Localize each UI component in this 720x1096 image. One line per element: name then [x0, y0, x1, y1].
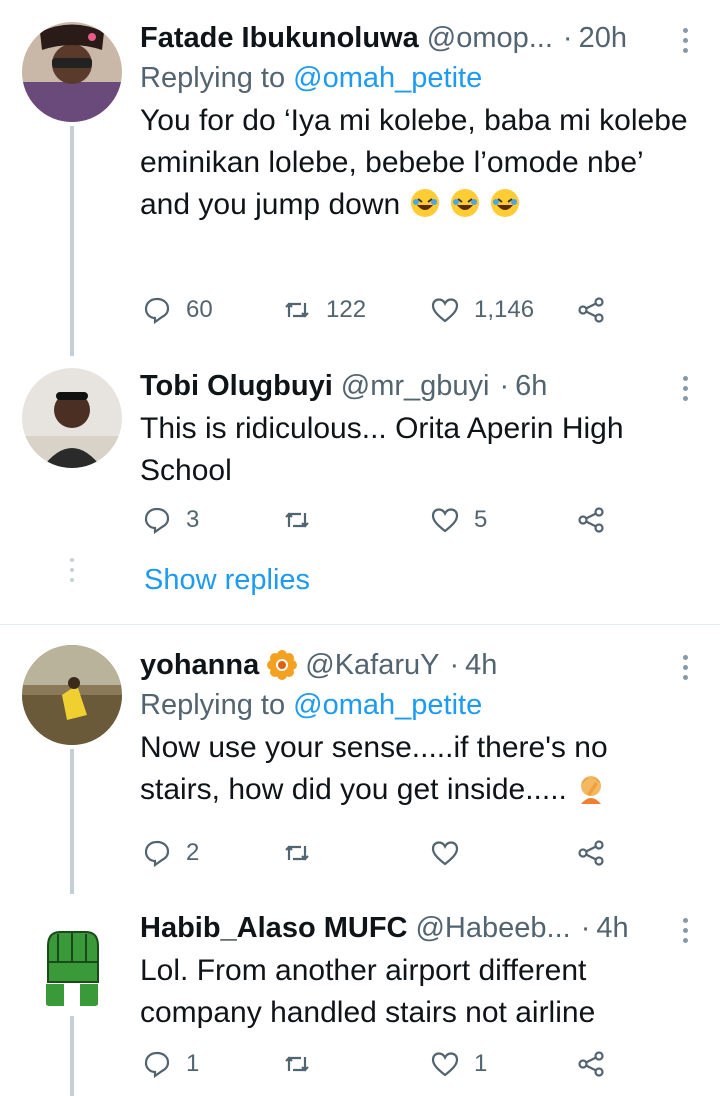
mention-link[interactable]: @omah_petite — [293, 689, 482, 721]
retweet-icon — [285, 1056, 309, 1072]
thread-line — [70, 749, 74, 894]
like-icon — [431, 841, 459, 866]
retweet-button[interactable]: 122 — [282, 290, 366, 330]
like-button[interactable]: 5 — [430, 500, 487, 540]
avatar[interactable] — [22, 22, 122, 122]
timestamp[interactable]: 4h — [465, 649, 497, 682]
tweet-1[interactable]: Fatade Ibukunoluwa @omop... · 20h Replyi… — [0, 0, 720, 356]
timestamp[interactable]: 6h — [515, 370, 547, 403]
replying-to: Replying to @omah_petite — [140, 62, 483, 94]
show-replies-link[interactable]: Show replies — [144, 564, 310, 597]
replying-to: Replying to @omah_petite — [140, 689, 483, 721]
reply-icon — [144, 1051, 170, 1079]
like-button[interactable] — [430, 833, 474, 873]
author-name[interactable]: Tobi Olugbuyi — [140, 370, 333, 403]
author-name[interactable]: Habib_Alaso MUFC — [140, 912, 407, 945]
retweet-button[interactable] — [282, 1044, 326, 1084]
like-icon — [431, 298, 459, 323]
author-name[interactable]: yohanna — [140, 649, 259, 682]
more-icon[interactable] — [680, 918, 690, 943]
author-name[interactable]: Fatade Ibukunoluwa — [140, 22, 419, 55]
rolling-laughing-emoji-icon — [410, 189, 439, 217]
rolling-laughing-emoji-icon — [491, 189, 520, 217]
more-icon[interactable] — [680, 655, 690, 680]
share-button[interactable] — [576, 833, 606, 873]
share-icon — [578, 297, 604, 323]
reply-icon — [144, 297, 170, 325]
retweet-icon — [285, 512, 309, 528]
avatar[interactable] — [22, 645, 122, 745]
retweet-icon — [285, 302, 309, 318]
share-icon — [578, 840, 604, 866]
like-button[interactable]: 1 — [430, 1044, 487, 1084]
tweet-text: Lol. From another airport different comp… — [140, 954, 596, 1029]
share-button[interactable] — [576, 500, 606, 540]
reply-icon — [144, 507, 170, 535]
share-button[interactable] — [576, 1044, 606, 1084]
reply-button[interactable]: 60 — [142, 290, 213, 330]
author-handle[interactable]: @omop... — [427, 22, 553, 55]
person-facepalming-emoji-icon — [581, 776, 602, 804]
tweet-3[interactable]: yohanna @KafaruY · 4h Replying to @omah_… — [0, 625, 720, 894]
like-icon — [431, 1052, 459, 1077]
thread-dots — [70, 558, 74, 582]
reply-button[interactable]: 1 — [142, 1044, 199, 1084]
thread-line — [70, 126, 74, 356]
share-icon — [578, 1051, 604, 1077]
retweet-icon — [285, 845, 309, 861]
tweet-text: Now use your sense.....if there's no sta… — [140, 731, 608, 806]
author-handle[interactable]: @Habeeb... — [415, 912, 570, 945]
thread-line — [70, 1016, 74, 1096]
like-button[interactable]: 1,146 — [430, 290, 534, 330]
timestamp[interactable]: 4h — [596, 912, 628, 945]
retweet-button[interactable] — [282, 500, 326, 540]
timestamp[interactable]: 20h — [579, 22, 627, 55]
tweet-4[interactable]: Habib_Alaso MUFC @Habeeb... · 4h Lol. Fr… — [0, 892, 720, 1096]
tweet-2[interactable]: Tobi Olugbuyi @mr_gbuyi · 6h This is rid… — [0, 350, 720, 624]
more-icon[interactable] — [680, 376, 690, 401]
mention-link[interactable]: @omah_petite — [293, 62, 482, 94]
tweet-text: You for do ‘Iya mi kolebe, baba mi koleb… — [140, 104, 688, 221]
sunflower-badge-icon — [267, 650, 298, 680]
rolling-laughing-emoji-icon — [450, 189, 479, 217]
share-button[interactable] — [576, 290, 606, 330]
retweet-button[interactable] — [282, 833, 326, 873]
avatar[interactable] — [22, 912, 122, 1012]
author-handle[interactable]: @KafaruY — [305, 649, 439, 682]
like-icon — [431, 508, 459, 533]
reply-button[interactable]: 3 — [142, 500, 199, 540]
share-icon — [578, 507, 604, 533]
reply-button[interactable]: 2 — [142, 833, 199, 873]
avatar[interactable] — [22, 368, 122, 468]
more-icon[interactable] — [680, 28, 690, 53]
tweet-text: This is ridiculous... Orita Aperin High … — [140, 412, 624, 487]
author-handle[interactable]: @mr_gbuyi — [341, 370, 490, 403]
reply-icon — [144, 840, 170, 868]
